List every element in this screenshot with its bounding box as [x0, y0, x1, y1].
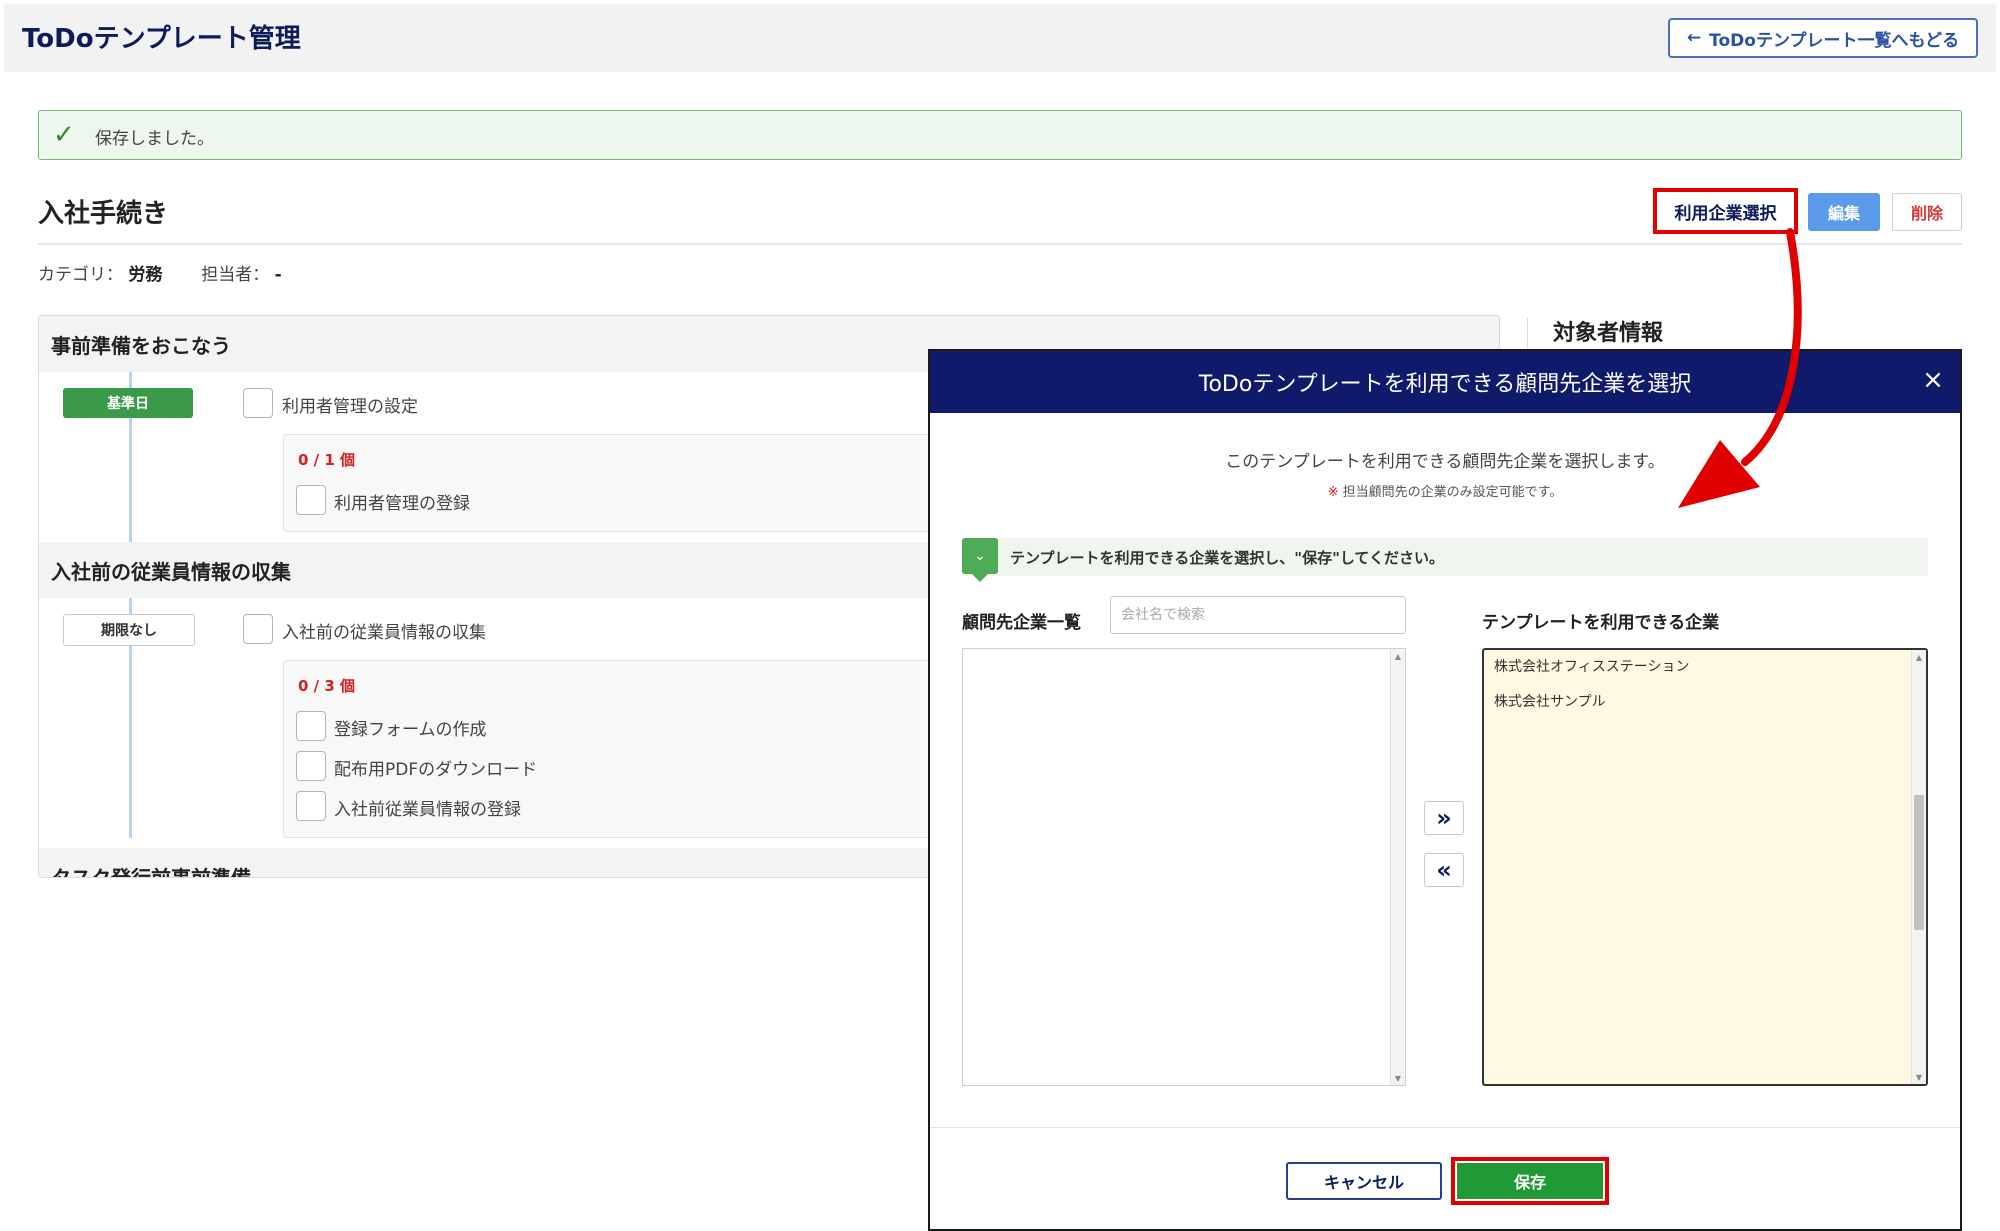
subtask-checkbox[interactable]	[296, 751, 326, 781]
assignee-label: 担当者：	[201, 265, 270, 285]
scroll-down-icon[interactable]: ▼	[1391, 1071, 1405, 1085]
note-text: 担当顧問先の企業のみ設定可能です。	[1342, 485, 1563, 500]
subtask-checkbox[interactable]	[296, 791, 326, 821]
category-value: 労務	[128, 265, 163, 285]
deadline-badge: 基準日	[63, 388, 193, 418]
modal-description: このテンプレートを利用できる顧問先企業を選択します。	[1225, 452, 1665, 472]
client-list-label: 顧問先企業一覧	[962, 613, 1081, 633]
check-icon: ✓	[53, 120, 75, 150]
subtask-label: 登録フォームの作成	[334, 720, 487, 740]
target-info-title: 対象者情報	[1553, 321, 1664, 346]
scrollbar-thumb[interactable]	[1914, 795, 1924, 930]
save-button-highlight: 保存	[1451, 1157, 1609, 1205]
page-title: 入社手続き	[38, 199, 169, 229]
hint-tail	[972, 574, 988, 582]
task-checkbox[interactable]	[243, 388, 273, 418]
scroll-up-icon[interactable]: ▲	[1391, 649, 1405, 663]
company-select-modal: ToDoテンプレートを利用できる顧問先企業を選択 × このテンプレートを利用でき…	[928, 349, 1962, 1231]
chevron-down-icon: ⌄	[962, 538, 998, 574]
task-label: 入社前の従業員情報の収集	[282, 623, 486, 643]
task-checkbox[interactable]	[243, 614, 273, 644]
list-item[interactable]: 株式会社サンプル	[1494, 691, 1606, 711]
modal-footer-divider	[930, 1127, 1960, 1128]
client-company-list[interactable]: ▲ ▼	[962, 648, 1406, 1086]
deadline-badge: 期限なし	[63, 614, 195, 646]
note-mark: ※	[1327, 485, 1339, 500]
subtask-checkbox[interactable]	[296, 485, 326, 515]
allowed-companies-label: テンプレートを利用できる企業	[1482, 613, 1720, 633]
modal-note: ※ 担当顧問先の企業のみ設定可能です。	[930, 481, 1960, 500]
success-alert: ✓ 保存しました。	[38, 110, 1962, 160]
company-select-button[interactable]: 利用企業選択	[1653, 188, 1798, 234]
category-label: カテゴリ：	[38, 265, 123, 285]
subtask-label: 入社前従業員情報の登録	[334, 800, 521, 820]
save-button[interactable]: 保存	[1457, 1163, 1603, 1199]
close-icon[interactable]: ×	[1918, 365, 1948, 395]
column-divider	[1527, 318, 1528, 348]
scroll-down-icon[interactable]: ▼	[1912, 1070, 1926, 1084]
hint-bar: ⌄ テンプレートを利用できる企業を選択し、"保存"してください。	[962, 538, 1928, 582]
app-title: ToDoテンプレート管理	[22, 24, 301, 54]
assignee-value: -	[274, 265, 282, 285]
subtask-label: 利用者管理の登録	[334, 494, 470, 514]
back-to-list-button[interactable]: ← ToDoテンプレート一覧へもどる	[1668, 18, 1978, 58]
subtask-counter: 0 / 1 個	[298, 451, 356, 469]
delete-button[interactable]: 削除	[1892, 193, 1962, 231]
modal-title: ToDoテンプレートを利用できる顧問先企業を選択	[1198, 372, 1692, 397]
hint-text: テンプレートを利用できる企業を選択し、"保存"してください。	[1010, 549, 1444, 567]
template-meta: カテゴリ： 労務 担当者： -	[38, 260, 282, 285]
subtask-label: 配布用PDFのダウンロード	[334, 760, 538, 780]
alert-text: 保存しました。	[95, 129, 214, 149]
allowed-company-list[interactable]: 株式会社オフィスステーション 株式会社サンプル ▲ ▼	[1482, 648, 1928, 1086]
subtask-counter: 0 / 3 個	[298, 677, 356, 695]
arrow-left-icon: ←	[1686, 28, 1702, 48]
scrollbar[interactable]: ▲ ▼	[1390, 649, 1405, 1085]
section-title: タスク発行前事前準備	[51, 866, 251, 878]
section-title: 事前準備をおこなう	[51, 334, 231, 358]
subtask-checkbox[interactable]	[296, 711, 326, 741]
list-item[interactable]: 株式会社オフィスステーション	[1494, 656, 1689, 676]
move-right-button[interactable]: »	[1424, 801, 1464, 835]
cancel-button[interactable]: キャンセル	[1286, 1162, 1442, 1200]
section-title: 入社前の従業員情報の収集	[51, 560, 291, 584]
scroll-up-icon[interactable]: ▲	[1912, 650, 1926, 664]
task-label: 利用者管理の設定	[282, 397, 418, 417]
company-search-input[interactable]	[1110, 596, 1406, 634]
edit-button[interactable]: 編集	[1808, 193, 1880, 231]
title-divider	[38, 243, 1962, 245]
move-left-button[interactable]: «	[1424, 853, 1464, 887]
back-to-list-label: ToDoテンプレート一覧へもどる	[1709, 30, 1960, 51]
scrollbar[interactable]: ▲ ▼	[1911, 650, 1926, 1084]
